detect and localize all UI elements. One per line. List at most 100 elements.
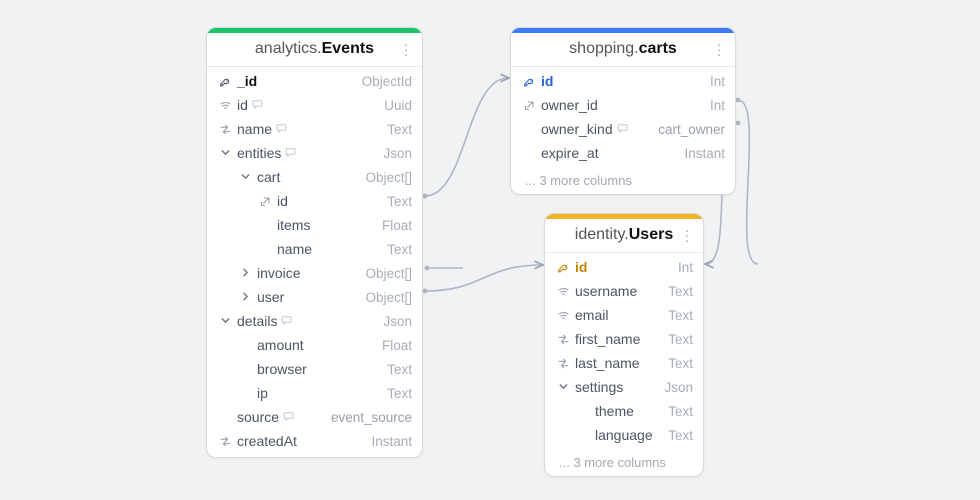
chevron-down-icon[interactable] bbox=[217, 314, 233, 328]
column-name: id bbox=[277, 193, 288, 209]
columns-list: idIntusernameTextemailTextfirst_nameText… bbox=[545, 253, 703, 451]
relation-line bbox=[738, 100, 758, 264]
fk-icon bbox=[521, 98, 537, 113]
column-row[interactable]: id Int bbox=[545, 255, 703, 279]
column-row[interactable]: ipText bbox=[207, 381, 422, 405]
more-columns-label[interactable]: ... 3 more columns bbox=[511, 169, 735, 194]
column-row[interactable]: expire_atInstant bbox=[511, 141, 735, 165]
wifi-icon bbox=[217, 98, 233, 113]
column-name: owner_id bbox=[541, 97, 598, 113]
column-row[interactable]: browserText bbox=[207, 357, 422, 381]
column-type: Text bbox=[668, 284, 693, 299]
entity-users[interactable]: identity.Users⋮idIntusernameTextemailTex… bbox=[544, 213, 704, 477]
entity-title[interactable]: identity.Users⋮ bbox=[545, 219, 703, 253]
column-row[interactable]: source event_source bbox=[207, 405, 422, 429]
column-name: language bbox=[595, 427, 653, 443]
swap-icon bbox=[555, 332, 571, 347]
column-row[interactable]: amountFloat bbox=[207, 333, 422, 357]
column-row[interactable]: id Int bbox=[511, 69, 735, 93]
column-type: Instant bbox=[371, 434, 412, 449]
column-row[interactable]: cartObject[] bbox=[207, 165, 422, 189]
comment-icon bbox=[275, 122, 288, 136]
table-name: Users bbox=[629, 226, 673, 244]
chevron-down-icon[interactable] bbox=[555, 380, 571, 394]
column-row[interactable]: themeText bbox=[545, 399, 703, 423]
column-row[interactable]: id Text bbox=[207, 189, 422, 213]
column-type: Text bbox=[387, 194, 412, 209]
column-row[interactable]: name Text bbox=[207, 237, 422, 261]
column-enum: event_source bbox=[331, 410, 412, 425]
column-name: user bbox=[257, 289, 284, 305]
column-type: Text bbox=[387, 242, 412, 257]
column-name: email bbox=[575, 307, 608, 323]
columns-list: id Int owner_id Int owner_kindcart_ownerexpi… bbox=[511, 67, 735, 169]
entity-menu-icon[interactable]: ⋮ bbox=[676, 225, 697, 246]
column-name: settings bbox=[575, 379, 623, 395]
schema-name: shopping. bbox=[569, 40, 638, 58]
column-row[interactable]: items Float bbox=[207, 213, 422, 237]
chevron-right-icon[interactable] bbox=[237, 266, 253, 280]
column-name: name bbox=[237, 121, 272, 137]
column-row[interactable]: languageText bbox=[545, 423, 703, 447]
column-name: items bbox=[277, 217, 310, 233]
column-name: id bbox=[575, 259, 587, 275]
column-row[interactable]: first_nameText bbox=[545, 327, 703, 351]
column-type: Text bbox=[668, 356, 693, 371]
column-name: source bbox=[237, 409, 279, 425]
column-type: Int bbox=[678, 260, 693, 275]
column-name: name bbox=[277, 241, 312, 257]
column-row[interactable]: owner_id Int bbox=[511, 93, 735, 117]
entity-events[interactable]: analytics.Events⋮_idObjectIdidUuidnameTe… bbox=[206, 27, 423, 458]
column-row[interactable]: invoice Object[] bbox=[207, 261, 422, 285]
column-type: Object[] bbox=[365, 290, 412, 305]
diagram-canvas[interactable]: analytics.Events⋮_idObjectIdidUuidnameTe… bbox=[0, 0, 980, 500]
column-type: Object[] bbox=[365, 170, 412, 185]
comment-icon bbox=[280, 314, 293, 328]
schema-name: identity. bbox=[575, 226, 629, 244]
comment-icon bbox=[616, 122, 629, 136]
column-name: owner_kind bbox=[541, 121, 613, 137]
entity-title[interactable]: analytics.Events ⋮ bbox=[207, 33, 422, 67]
chevron-down-icon[interactable] bbox=[237, 170, 253, 184]
column-type: Text bbox=[387, 386, 412, 401]
column-row[interactable]: createdAtInstant bbox=[207, 429, 422, 453]
column-row[interactable]: usernameText bbox=[545, 279, 703, 303]
column-type: Json bbox=[383, 146, 412, 161]
column-row[interactable]: owner_kindcart_owner bbox=[511, 117, 735, 141]
more-columns-label[interactable]: ... 3 more columns bbox=[545, 451, 703, 476]
swap-icon bbox=[217, 434, 233, 449]
column-type: Int bbox=[710, 98, 725, 113]
column-type: ObjectId bbox=[362, 74, 412, 89]
column-row[interactable]: entitiesJson bbox=[207, 141, 422, 165]
column-name: _id bbox=[237, 73, 257, 89]
column-name: invoice bbox=[257, 265, 301, 281]
column-row[interactable]: idUuid bbox=[207, 93, 422, 117]
column-row[interactable]: user Object[] bbox=[207, 285, 422, 309]
entity-menu-icon[interactable]: ⋮ bbox=[395, 39, 416, 60]
schema-name: analytics. bbox=[255, 40, 322, 58]
chevron-down-icon[interactable] bbox=[217, 146, 233, 160]
column-row[interactable]: nameText bbox=[207, 117, 422, 141]
table-name: Events bbox=[322, 40, 374, 58]
column-type: Text bbox=[668, 404, 693, 419]
column-name: id bbox=[541, 73, 553, 89]
column-type: Object[] bbox=[365, 266, 412, 281]
column-type: Text bbox=[668, 332, 693, 347]
column-type: Instant bbox=[684, 146, 725, 161]
entity-title[interactable]: shopping.carts⋮ bbox=[511, 33, 735, 67]
column-row[interactable]: _id ObjectId bbox=[207, 69, 422, 93]
column-row[interactable]: last_nameText bbox=[545, 351, 703, 375]
column-row[interactable]: emailText bbox=[545, 303, 703, 327]
column-type: Int bbox=[710, 74, 725, 89]
column-type: Float bbox=[382, 218, 412, 233]
column-row[interactable]: detailsJson bbox=[207, 309, 422, 333]
key-icon bbox=[555, 260, 571, 275]
column-type: Text bbox=[387, 362, 412, 377]
comment-icon bbox=[284, 146, 297, 160]
entity-carts[interactable]: shopping.carts⋮ id Int owner_id Int owner_kin… bbox=[510, 27, 736, 195]
chevron-right-icon[interactable] bbox=[237, 290, 253, 304]
entity-menu-icon[interactable]: ⋮ bbox=[708, 39, 729, 60]
relation-anchor-dot bbox=[736, 98, 741, 103]
swap-icon bbox=[217, 122, 233, 137]
column-row[interactable]: settingsJson bbox=[545, 375, 703, 399]
